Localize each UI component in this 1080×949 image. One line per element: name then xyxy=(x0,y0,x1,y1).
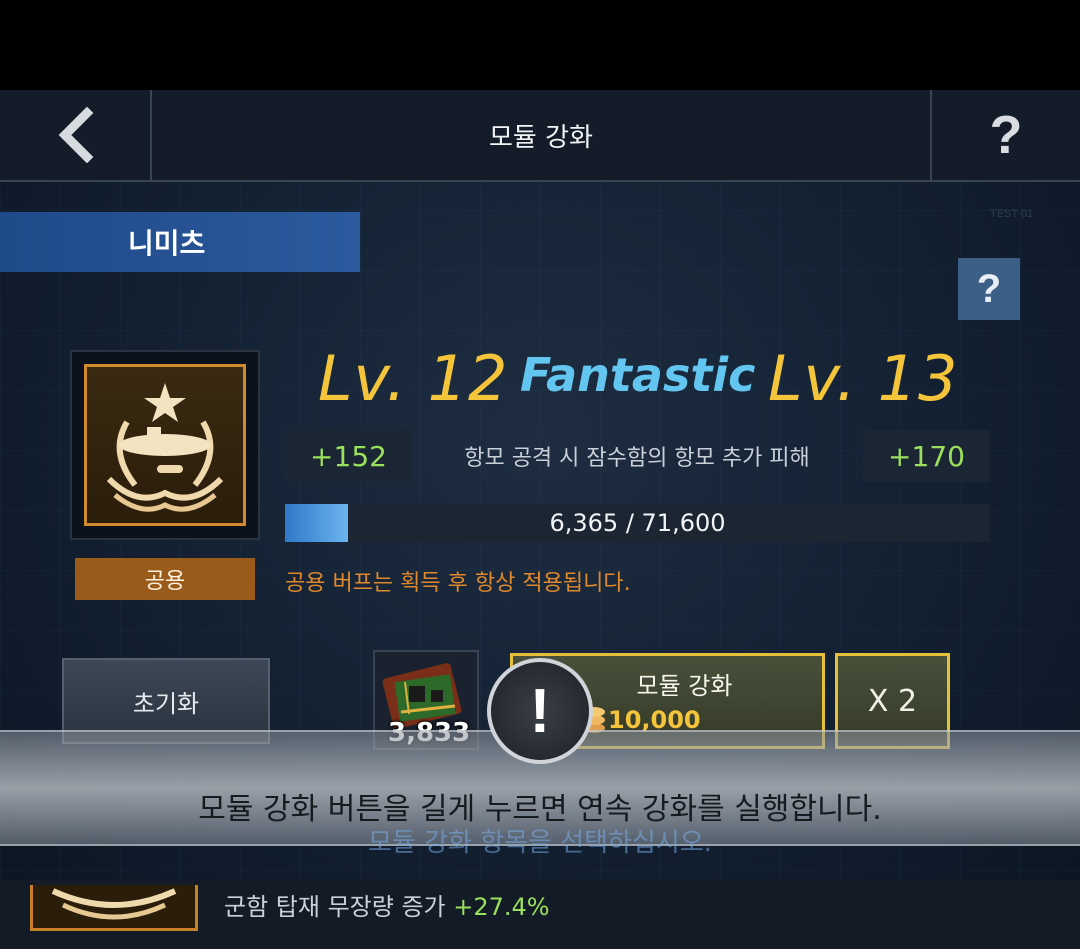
page-title: 모듈 강화 xyxy=(489,122,593,153)
back-button[interactable] xyxy=(0,90,152,180)
submarine-emblem-icon xyxy=(84,364,246,526)
background-test-text: TEST 01 xyxy=(990,208,1034,220)
current-level: Lv. 12 xyxy=(318,342,509,415)
help-button[interactable]: ? xyxy=(930,90,1080,180)
ship-name-tab: 니미츠 xyxy=(0,212,360,272)
next-stat-value: +170 xyxy=(863,430,990,482)
list-item-value: +27.4% xyxy=(453,893,550,921)
exp-progress-bar: 6,365 / 71,600 xyxy=(285,504,990,542)
buff-note: 공용 버프는 획득 후 항상 적용됩니다. xyxy=(285,571,631,596)
select-hint: 모듈 강화 항목을 선택하십시오. xyxy=(367,828,713,858)
exp-progress-text: 6,365 / 71,600 xyxy=(549,509,726,537)
exclamation-icon: ! xyxy=(487,658,593,764)
top-bar: 모듈 강화 ? xyxy=(0,90,1080,182)
list-item[interactable]: 군함 탑재 무장량 증가 +27.4% xyxy=(224,887,550,922)
stat-description: 항모 공격 시 잠수함의 항모 추가 피해 xyxy=(464,446,810,471)
list-item-text: 군함 탑재 무장량 증가 xyxy=(224,893,446,921)
common-tag: 공용 xyxy=(75,558,255,600)
game-screen: AIRCRAFT CARRIER TEST 01 모듈 강화 ? 니미츠 ? xyxy=(0,90,1080,949)
chevron-left-icon xyxy=(58,107,94,163)
module-help-button[interactable]: ? xyxy=(958,258,1020,320)
grade-label: Fantastic xyxy=(520,348,756,402)
next-level: Lv. 13 xyxy=(768,342,959,415)
module-icon-frame[interactable] xyxy=(70,350,260,540)
wing-emblem-icon[interactable] xyxy=(30,885,198,931)
current-stat-value: +152 xyxy=(285,430,412,482)
